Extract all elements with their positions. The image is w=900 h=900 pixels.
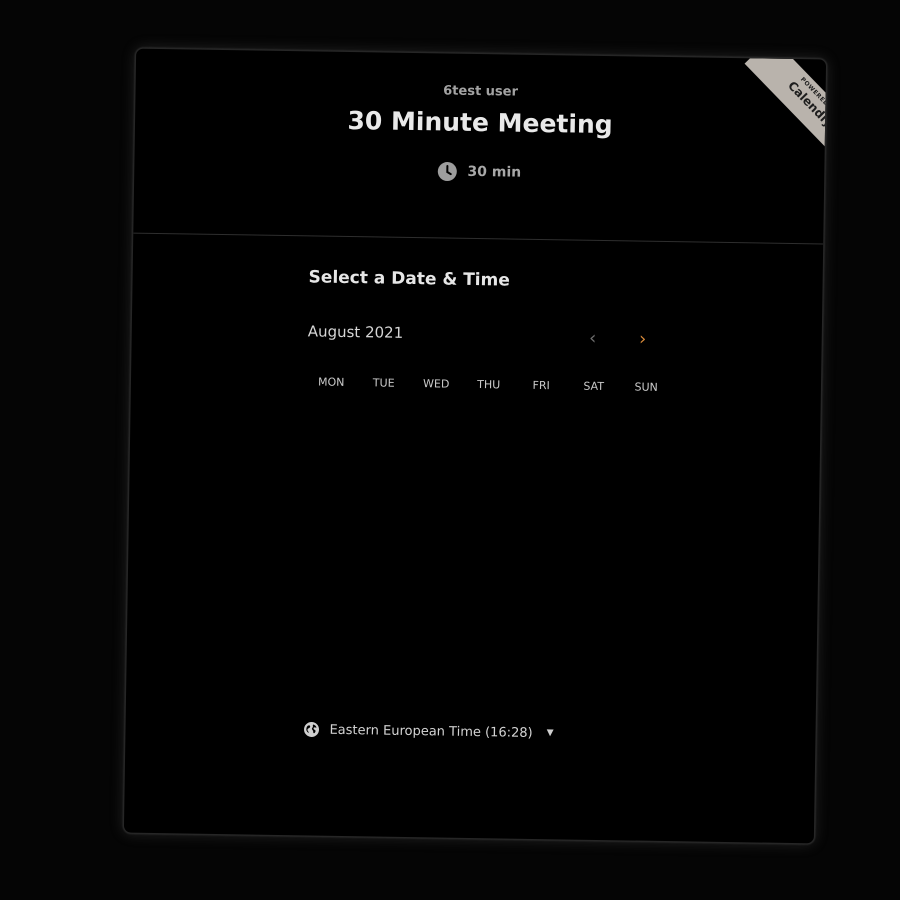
weekday-wed: WED: [422, 377, 450, 391]
duration-label: 30 min: [467, 163, 522, 181]
timezone-label: Eastern European Time (16:28): [329, 722, 533, 741]
timezone-selector[interactable]: Eastern European Time (16:28) ▼: [303, 721, 554, 741]
weekday-sun: SUN: [634, 380, 658, 394]
chevron-left-icon: ‹: [588, 327, 597, 349]
globe-icon: [303, 721, 320, 737]
event-header: 6test user 30 Minute Meeting 30 min POWE…: [133, 48, 827, 245]
next-month-button[interactable]: ›: [632, 328, 654, 350]
badge-ribbon[interactable]: POWERED BY Calendly: [744, 57, 827, 170]
caret-down-icon: ▼: [546, 728, 554, 739]
month-label: August 2021: [307, 322, 404, 342]
weekday-header: MON TUE WED THU FRI SAT SUN: [305, 375, 673, 394]
clock-icon: [437, 161, 457, 182]
chevron-right-icon: ›: [638, 328, 647, 350]
weekday-tue: TUE: [372, 376, 395, 390]
select-date-title: Select a Date & Time: [308, 267, 510, 291]
weekday-mon: MON: [317, 375, 345, 389]
weekday-thu: THU: [477, 378, 501, 392]
weekday-sat: SAT: [583, 379, 605, 394]
powered-by-badge[interactable]: POWERED BY Calendly: [714, 57, 827, 170]
previous-month-button[interactable]: ‹: [582, 328, 604, 350]
booking-card: 6test user 30 Minute Meeting 30 min POWE…: [122, 47, 828, 845]
weekday-fri: FRI: [532, 378, 550, 393]
badge-brand: Calendly: [785, 78, 827, 131]
page: 6test user 30 Minute Meeting 30 min POWE…: [0, 0, 900, 900]
